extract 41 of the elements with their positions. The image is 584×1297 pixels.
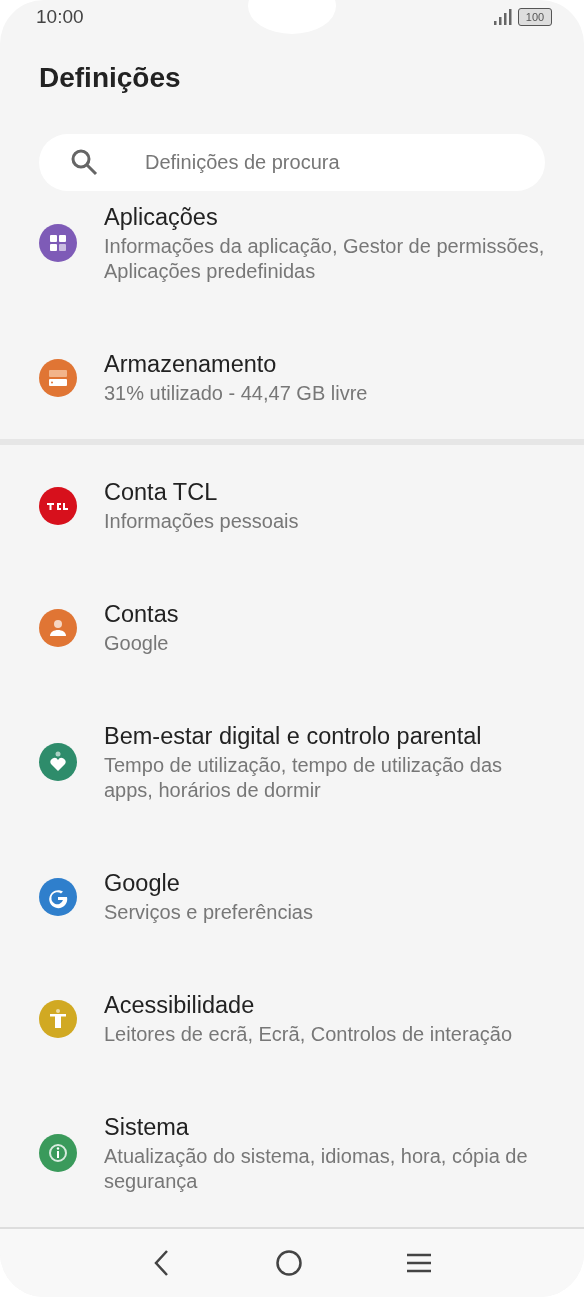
settings-item[interactable]: Armazenamento 31% utilizado - 44,47 GB livre [0,316,584,439]
settings-item[interactable]: Sistema Atualização do sistema, idiomas, hora, cópia de segurança [0,1079,584,1227]
item-title: Conta TCL [104,477,219,506]
settings-item[interactable]: Acessibilidade Leitores de ecrã, Ecrã, Controlos de interação [0,957,584,1080]
search-field[interactable]: Definições de procura [143,149,545,175]
menu-icon [406,1251,433,1274]
person-icon [39,608,77,647]
status-time: 10:00 [36,5,84,28]
item-title: Contas [104,599,179,628]
item-subtitle: Informações da aplicação, Gestor de permissões, Aplicações predefinidas [104,233,546,284]
item-subtitle: 31% utilizado - 44,47 GB livre [104,380,368,406]
google-icon [39,877,77,916]
storage-icon [39,358,77,397]
info-icon [39,1134,77,1173]
item-subtitle: Google [104,630,170,656]
settings-item[interactable]: Conta TCL Informações pessoais [0,444,584,567]
item-title: Google [104,868,181,897]
item-subtitle: Informações pessoais [104,508,299,534]
signal-icon [494,8,512,25]
item-title: Aplicações [104,202,219,231]
settings-item[interactable]: Bem-estar digital e controlo parental Tempo de utilização, tempo de utilização das apps, horários de dormir [0,688,584,836]
item-title: Sistema [104,1112,190,1141]
home-icon [275,1248,303,1277]
item-title: Acessibilidade [104,990,256,1019]
settings-item[interactable]: Google Serviços e preferências [0,835,584,958]
search-icon [69,147,99,178]
item-subtitle: Leitores de ecrã, Ecrã, Controlos de interação [104,1021,512,1047]
item-subtitle: Atualização do sistema, idiomas, hora, cópia de segurança [104,1143,529,1194]
item-title: Bem-estar digital e controlo parental [104,721,483,750]
wellbeing-icon [39,743,77,782]
search-bar[interactable]: Definições de procura [39,133,545,191]
tcl-icon [39,486,77,525]
battery-level: 100 [518,7,552,26]
accessibility-icon [39,999,77,1038]
settings-item[interactable]: Contas Google [0,566,584,689]
item-subtitle: Serviços e preferências [104,899,313,925]
item-subtitle: Tempo de utilização, tempo de utilização das apps, horários de dormir [104,752,503,803]
page-title: Definições [39,60,182,95]
settings-item[interactable]: Aplicações Informações da aplicação, Gestor de permissões, Aplicações predefinidas [0,190,584,317]
apps-icon [39,224,77,263]
item-title: Armazenamento [104,349,278,378]
